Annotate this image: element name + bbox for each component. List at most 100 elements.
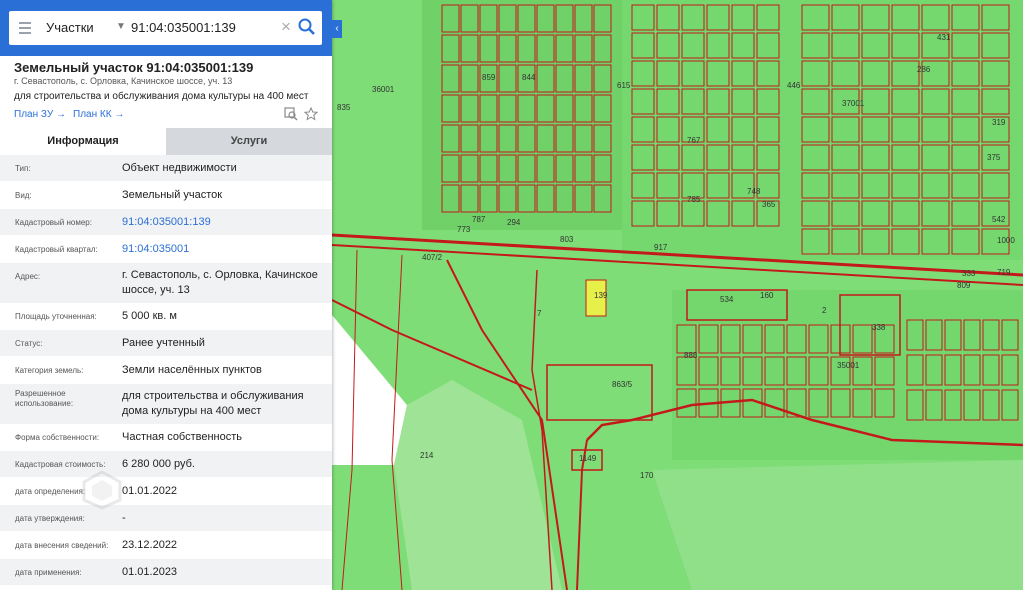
map-canvas[interactable]: 36001 859 844 615 431 286 446 37001 319 835 767 375… [332,0,1023,590]
search-bar: Участки ▼ 91:04:035001:139 × [0,0,332,56]
row-value: Частная собственность [122,431,243,443]
map-label: 160 [760,291,774,300]
clear-icon[interactable]: × [281,17,291,37]
row-value: - [122,512,126,524]
properties-table: Тип: Объект недвижимости Вид: Земельный … [0,155,332,586]
parcel-area [652,460,1023,590]
row-cadastral-number: Кадастровый номер: 91:04:035001:139 [0,209,332,236]
map-label: 294 [507,218,521,227]
cadastral-number-link[interactable]: 91:04:035001:139 [122,215,322,230]
parcel-863-5 [546,364,653,421]
row-label: дата утверждения: [15,514,85,523]
map-label: 431 [937,33,951,42]
map-label: 214 [420,451,434,460]
map-label: 917 [654,243,668,252]
map-label: 35001 [837,361,860,370]
row-label: Кадастровый квартал: [15,245,98,254]
row-label: Тип: [15,164,31,173]
menu-icon[interactable] [19,22,31,34]
row-status: Статус: Ранее учтенный [0,330,332,357]
search-scope-select[interactable]: Участки [46,20,94,35]
row-value: Объект недвижимости [122,162,237,174]
map-label: 534 [720,295,734,304]
map-label: 407/2 [422,253,443,262]
map-label: 7 [537,309,542,318]
map-label: 835 [337,103,351,112]
row-address: Адрес: г. Севастополь, с. Орловка, Качин… [0,263,332,304]
map-label: 859 [482,73,496,82]
row-value: для строительства и обслуживания дома ку… [122,390,304,417]
row-label: Статус: [15,339,43,348]
map-label: 773 [457,225,471,234]
row-cadastral-value: Кадастровая стоимость: 6 280 000 руб. [0,451,332,478]
row-area: Площадь уточненная: 5 000 кв. м [0,304,332,330]
map-label: 767 [687,136,701,145]
row-label: Вид: [15,191,32,200]
row-label: Кадастровый номер: [15,218,92,227]
map-label: 375 [987,153,1001,162]
map-label: 139 [594,291,608,300]
row-kind: Вид: Земельный участок [0,182,332,209]
star-icon[interactable] [304,107,318,121]
map-label: 338 [872,323,886,332]
row-label: дата определения: [15,487,86,496]
row-date-determined: дата определения: 01.01.2022 [0,478,332,505]
row-value: г. Севастополь, с. Орловка, Качинское шо… [122,269,318,296]
tabs: Информация Услуги [0,128,332,155]
row-ownership: Форма собственности: Частная собственнос… [0,425,332,451]
row-type: Тип: Объект недвижимости [0,155,332,182]
search-box[interactable]: Участки ▼ 91:04:035001:139 × [9,11,322,45]
tab-information[interactable]: Информация [0,128,166,155]
row-cadastral-quarter: Кадастровый квартал: 91:04:035001 [0,236,332,263]
map-label: 888 [684,351,698,360]
tab-services[interactable]: Услуги [166,128,332,155]
row-land-category: Категория земель: Земли населённых пункт… [0,357,332,384]
row-label: Площадь уточненная: [15,312,97,321]
object-purpose: для строительства и обслуживания дома ку… [14,91,309,102]
map-label: 803 [560,235,574,244]
map-label: 2 [822,306,827,315]
collapse-panel-button[interactable]: ‹ [332,20,342,38]
plan-kk-link[interactable]: План КК → [73,109,124,120]
map-label: 365 [762,200,776,209]
map-label: 37001 [842,99,865,108]
map-label: 863/5 [612,380,633,389]
map-label: 286 [917,65,931,74]
row-value: Земли населённых пунктов [122,364,262,376]
row-value: 01.01.2023 [122,566,178,578]
map-label: 615 [617,81,631,90]
row-value: Земельный участок [122,189,223,201]
chevron-down-icon[interactable]: ▼ [116,21,126,32]
row-label: Адрес: [15,272,41,281]
map-label: 542 [992,215,1006,224]
map-label: 1149 [579,454,597,463]
map-label: 809 [957,281,971,290]
row-label: Форма собственности: [15,433,100,442]
info-panel: Участки ▼ 91:04:035001:139 × Земельный у… [0,0,332,590]
plan-zu-link[interactable]: План ЗУ → [14,109,66,120]
cadastral-map[interactable]: 36001 859 844 615 431 286 446 37001 319 835 767 375… [332,0,1023,590]
search-input[interactable]: 91:04:035001:139 [131,20,236,35]
object-address: г. Севастополь, с. Орловка, Качинское шо… [14,76,233,86]
plan-kk-label: План КК [73,109,112,120]
map-label: 787 [472,215,486,224]
map-label: 36001 [372,85,395,94]
row-label: Разрешенное использование: [15,389,74,408]
map-label: 719 [997,268,1011,277]
watermark-logo-icon [82,470,122,510]
cadastral-quarter-link[interactable]: 91:04:035001 [122,242,322,257]
parcel-block [672,290,1023,460]
map-label: 748 [747,187,761,196]
row-label: Категория земель: [15,366,84,375]
row-value: 23.12.2022 [122,539,178,551]
search-icon[interactable] [297,17,317,37]
row-label: дата внесения сведений: [15,541,109,550]
plan-zu-label: План ЗУ [14,109,54,120]
map-label: 333 [962,269,976,278]
map-label: 844 [522,73,536,82]
row-date-entered: дата внесения сведений: 23.12.2022 [0,532,332,559]
row-label: дата применения: [15,568,82,577]
row-value: Ранее учтенный [122,337,205,349]
zoom-to-object-icon[interactable] [284,107,298,121]
map-label: 319 [992,118,1006,127]
